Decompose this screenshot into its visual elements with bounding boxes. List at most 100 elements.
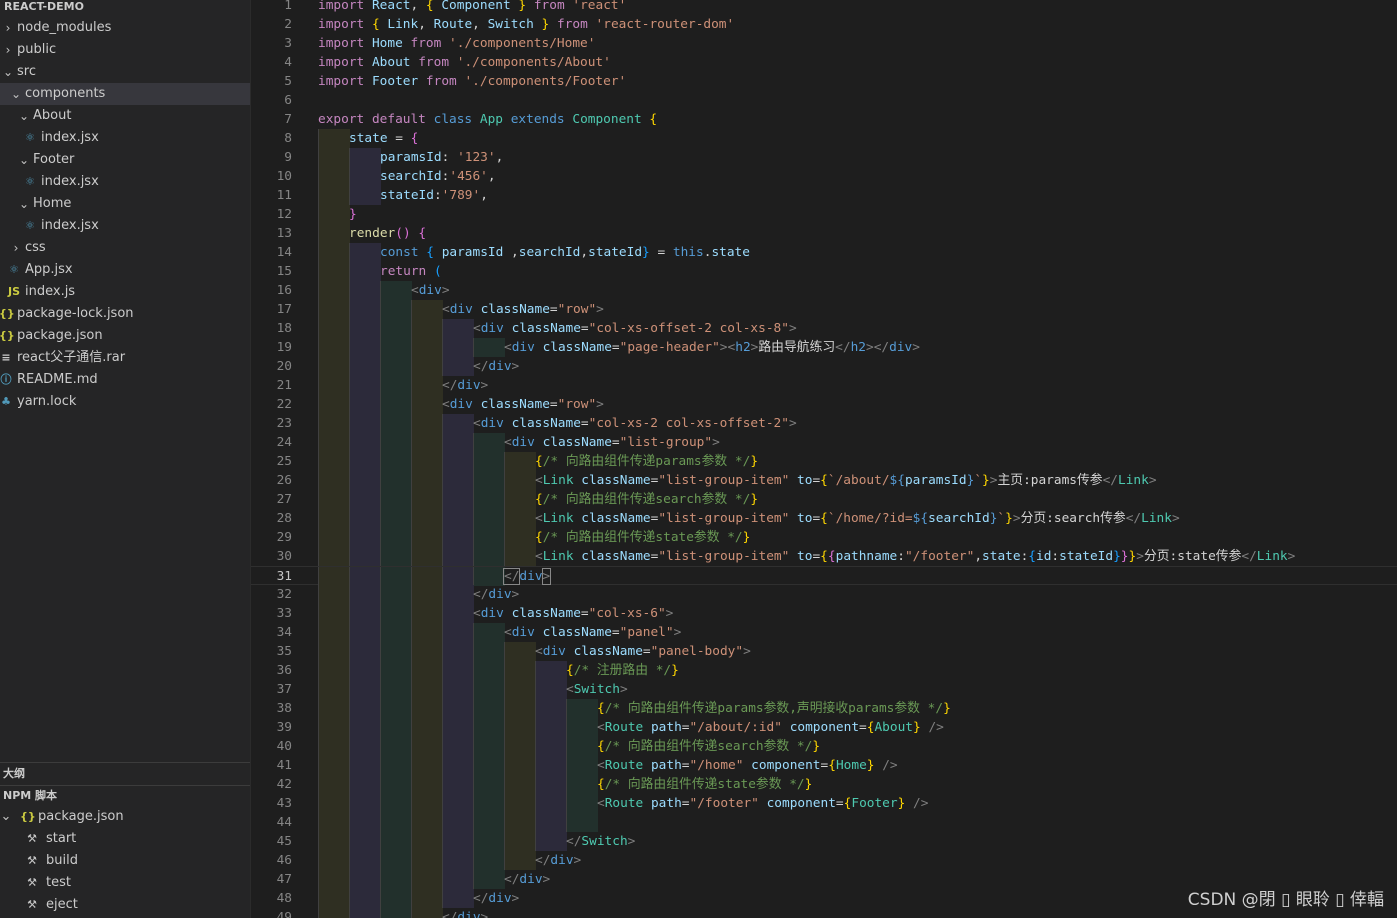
code-line[interactable]: 41 <Route path="/home" component={Home} /… [251, 756, 1397, 775]
code-line[interactable]: 42 {/* 向路由组件传递state参数 */} [251, 775, 1397, 794]
code-line[interactable]: 14 const { paramsId ,searchId,stateId} = … [251, 243, 1397, 262]
code-token: "/footer" [904, 549, 975, 564]
code-line[interactable]: 34 <div className="panel"> [251, 623, 1397, 642]
tree-folder-components[interactable]: ⌄ components [0, 83, 250, 105]
code-line[interactable]: 36 {/* 注册路由 */} [251, 661, 1397, 680]
code-line[interactable]: 26 <Link className="list-group-item" to={… [251, 471, 1397, 490]
indent-guide [535, 794, 567, 813]
tree-item-label: index.jsx [41, 130, 99, 145]
tree-folder-src[interactable]: ⌄ src [0, 61, 250, 83]
npm-script-label: build [46, 853, 78, 868]
code-line[interactable]: 28 <Link className="list-group-item" to={… [251, 509, 1397, 528]
npm-script-build[interactable]: ⚒ build [0, 850, 250, 872]
code-line[interactable]: 31 </div> [251, 566, 1397, 586]
code-line[interactable]: 46 </div> [251, 851, 1397, 870]
line-number: 49 [276, 910, 292, 918]
code-line[interactable]: 40 {/* 向路由组件传递search参数 */} [251, 737, 1397, 756]
code-line[interactable]: 29 {/* 向路由组件传递state参数 */} [251, 528, 1397, 547]
tree-folder-css[interactable]: › css [0, 237, 250, 259]
code-line[interactable]: 17 <div className="row"> [251, 300, 1397, 319]
tree-folder-public[interactable]: › public [0, 39, 250, 61]
code-token: to [797, 511, 813, 526]
code-line[interactable]: 43 <Route path="/footer" component={Foote… [251, 794, 1397, 813]
code-text: </div> [504, 870, 550, 889]
tree-file[interactable]: ⓘ README.md [0, 369, 250, 391]
code-line[interactable]: 4 import About from './components/About' [251, 53, 1397, 72]
code-line[interactable]: 2 import { Link, Route, Switch } from 're… [251, 15, 1397, 34]
outline-panel-header[interactable]: 大纲 [3, 763, 25, 785]
tree-folder-home[interactable]: ⌄ Home [0, 193, 250, 215]
tree-file[interactable]: ⚛ index.jsx [0, 215, 250, 237]
code-line[interactable]: 30 <Link className="list-group-item" to={… [251, 547, 1397, 566]
code-line[interactable]: 11 stateId:'789', [251, 186, 1397, 205]
indent-guide [380, 357, 412, 376]
code-token: > [542, 872, 551, 887]
code-line[interactable]: 8 state = { [251, 129, 1397, 148]
tree-file[interactable]: ⚛ App.jsx [0, 259, 250, 281]
code-line[interactable]: 25 {/* 向路由组件传递params参数 */} [251, 452, 1397, 471]
code-line[interactable]: 1 import React, { Component } from 'react… [251, 0, 1397, 15]
tree-folder-node_modules[interactable]: › node_modules [0, 17, 250, 39]
code-line[interactable]: 16 <div> [251, 281, 1397, 300]
code-token: } [671, 663, 679, 678]
indent-guide [411, 642, 443, 661]
code-line[interactable]: 39 <Route path="/about/:id" component={Ab… [251, 718, 1397, 737]
tree-file[interactable]: ♣ yarn.lock [0, 391, 250, 413]
npm-script-eject[interactable]: ⚒ eject [0, 894, 250, 916]
npm-scripts-panel-header[interactable]: NPM 脚本 [3, 785, 57, 807]
indent-guide [411, 395, 443, 414]
tree-folder-footer[interactable]: ⌄ Footer [0, 149, 250, 171]
code-line[interactable]: 37 <Switch> [251, 680, 1397, 699]
code-token: </ [504, 872, 520, 887]
code-line[interactable]: 12} [251, 205, 1397, 224]
code-line[interactable]: 10 searchId:'456', [251, 167, 1397, 186]
tree-folder-about[interactable]: ⌄ About [0, 105, 250, 127]
npm-script-test[interactable]: ⚒ test [0, 872, 250, 894]
code-line[interactable]: 27 {/* 向路由组件传递search参数 */} [251, 490, 1397, 509]
tree-file[interactable]: ≡ react父子通信.rar [0, 347, 250, 369]
code-token: { [597, 701, 605, 716]
code-token: </ [566, 834, 582, 849]
code-line[interactable]: 15 return ( [251, 262, 1397, 281]
tree-file[interactable]: ⚛ index.jsx [0, 127, 250, 149]
code-editor[interactable]: 1 import React, { Component } from 'react… [251, 0, 1397, 918]
tree-file[interactable]: JS index.js [0, 281, 250, 303]
code-line[interactable]: 6 [251, 91, 1397, 110]
code-line[interactable]: 21 </div> [251, 376, 1397, 395]
code-line[interactable]: 9 paramsId: '123', [251, 148, 1397, 167]
code-line[interactable]: 45 </Switch> [251, 832, 1397, 851]
indent-guide [349, 262, 381, 281]
code-line[interactable]: 18 <div className="col-xs-offset-2 col-xs… [251, 319, 1397, 338]
code-line[interactable]: 38 {/* 向路由组件传递params参数,声明接收params参数 */} [251, 699, 1397, 718]
indent-guide [473, 851, 505, 870]
react-icon: ⚛ [9, 263, 19, 276]
code-line[interactable]: 7 export default class App extends Compon… [251, 110, 1397, 129]
indent-guide [318, 567, 350, 586]
tree-file[interactable]: {} package-lock.json [0, 303, 250, 325]
code-line[interactable]: 23 <div className="col-xs-2 col-xs-offset… [251, 414, 1397, 433]
code-line[interactable]: 22 <div className="row"> [251, 395, 1397, 414]
code-line[interactable]: 20 </div> [251, 357, 1397, 376]
indent-guide [442, 338, 474, 357]
tree-file[interactable]: {} package.json [0, 325, 250, 347]
code-line[interactable]: 5 import Footer from './components/Footer… [251, 72, 1397, 91]
indent-guide [349, 737, 381, 756]
code-line[interactable]: 32 </div> [251, 585, 1397, 604]
npm-script-start[interactable]: ⚒ start [0, 828, 250, 850]
line-number: 40 [276, 739, 292, 754]
tree-item-label: index.jsx [41, 174, 99, 189]
indent-guide [349, 528, 381, 547]
code-line[interactable]: 44 [251, 813, 1397, 832]
tree-file[interactable]: ⚛ index.jsx [0, 171, 250, 193]
code-token: stateId [1059, 549, 1114, 564]
code-token: { [535, 454, 543, 469]
code-line[interactable]: 3 import Home from './components/Home' [251, 34, 1397, 53]
npm-package-item[interactable]: ⌄ {} package.json [0, 806, 250, 828]
code-line[interactable]: 19 <div className="page-header"><h2>路由导航练… [251, 338, 1397, 357]
code-line[interactable]: 13 render() { [251, 224, 1397, 243]
code-line[interactable]: 35 <div className="panel-body"> [251, 642, 1397, 661]
code-line[interactable]: 33 <div className="col-xs-6"> [251, 604, 1397, 623]
code-line[interactable]: 24 <div className="list-group"> [251, 433, 1397, 452]
